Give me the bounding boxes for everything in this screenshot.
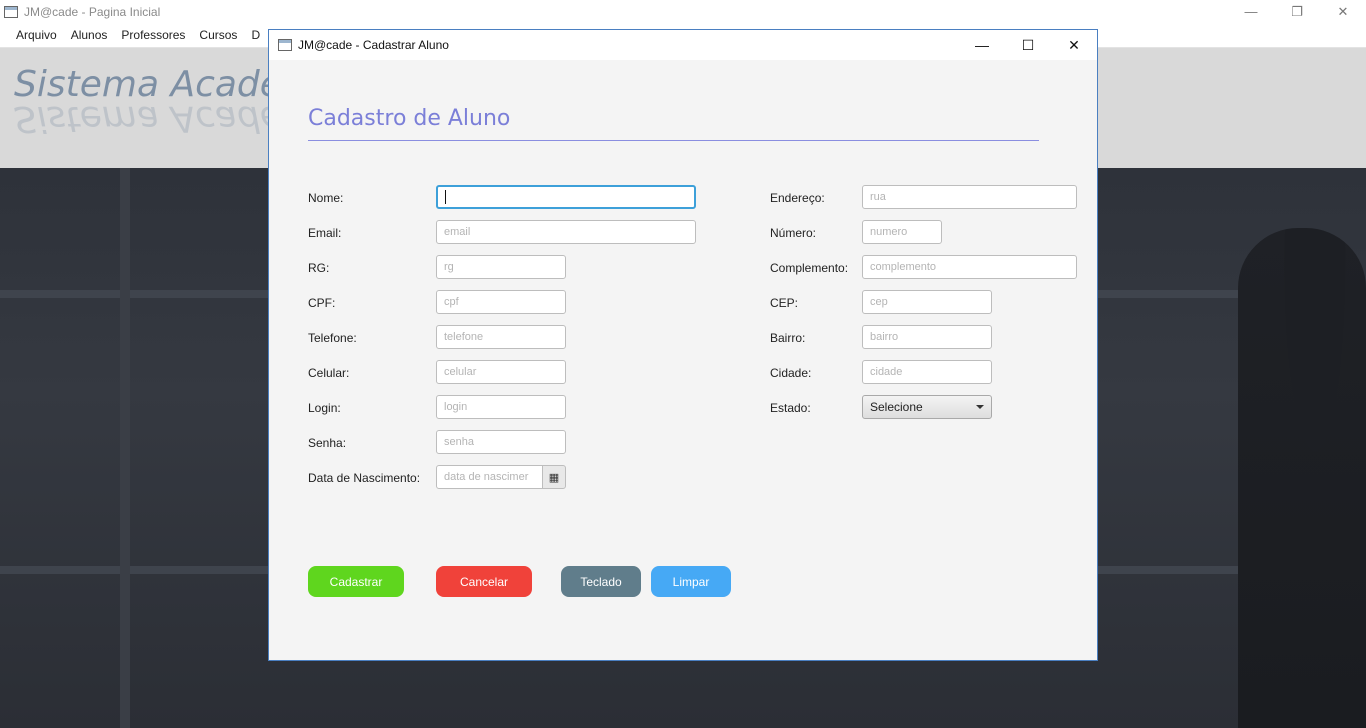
bairro-label: Bairro: (770, 331, 806, 345)
form-heading: Cadastro de Aluno (308, 106, 511, 131)
main-window-controls: — ❐ ✕ (1228, 0, 1366, 23)
cep-label: CEP: (770, 296, 799, 310)
close-icon[interactable]: ✕ (1320, 0, 1366, 23)
menu-partial[interactable]: D (244, 28, 267, 42)
senha-field[interactable]: senha (436, 430, 566, 454)
login-field[interactable]: login (436, 395, 566, 419)
maximize-icon[interactable]: ☐ (1005, 30, 1051, 60)
minimize-icon[interactable]: — (1228, 0, 1274, 23)
data-nascimento-field[interactable]: data de nascimer (436, 465, 543, 489)
data-nascimento-label: Data de Nascimento: (308, 471, 421, 485)
dialog-titlebar[interactable]: JM@cade - Cadastrar Aluno — ☐ ✕ (269, 30, 1097, 60)
login-label: Login: (308, 401, 341, 415)
minimize-icon[interactable]: — (959, 30, 1005, 60)
close-icon[interactable]: ✕ (1051, 30, 1097, 60)
teclado-button[interactable]: Teclado (561, 566, 641, 597)
rg-label: RG: (308, 261, 330, 275)
heading-divider (308, 140, 1039, 141)
email-field[interactable]: email (436, 220, 696, 244)
calendar-icon[interactable]: ▦ (542, 465, 566, 489)
chevron-down-icon (976, 405, 984, 409)
background-pillar (120, 168, 130, 728)
cpf-field[interactable]: cpf (436, 290, 566, 314)
cidade-label: Cidade: (770, 366, 812, 380)
limpar-button[interactable]: Limpar (651, 566, 731, 597)
cpf-label: CPF: (308, 296, 336, 310)
cadastrar-button[interactable]: Cadastrar (308, 566, 404, 597)
nome-label: Nome: (308, 191, 344, 205)
email-label: Email: (308, 226, 342, 240)
main-window-title: JM@cade - Pagina Inicial (24, 4, 161, 19)
text-caret (445, 190, 446, 204)
complemento-field[interactable]: complemento (862, 255, 1077, 279)
celular-field[interactable]: celular (436, 360, 566, 384)
estado-select[interactable]: Selecione (862, 395, 992, 419)
numero-label: Número: (770, 226, 817, 240)
cidade-field[interactable]: cidade (862, 360, 992, 384)
app-window-icon (4, 5, 18, 18)
menu-cursos[interactable]: Cursos (192, 28, 244, 42)
menu-alunos[interactable]: Alunos (64, 28, 115, 42)
dialog-title: JM@cade - Cadastrar Aluno (298, 38, 449, 52)
endereco-field[interactable]: rua (862, 185, 1077, 209)
estado-selected-value: Selecione (870, 400, 923, 414)
dialog-window-controls: — ☐ ✕ (959, 30, 1097, 60)
estado-label: Estado: (770, 401, 811, 415)
cep-field[interactable]: cep (862, 290, 992, 314)
main-titlebar: JM@cade - Pagina Inicial — ❐ ✕ (0, 0, 1366, 23)
menu-professores[interactable]: Professores (114, 28, 192, 42)
bairro-field[interactable]: bairro (862, 325, 992, 349)
app-window-icon (278, 39, 292, 51)
cancelar-button[interactable]: Cancelar (436, 566, 532, 597)
cadastrar-aluno-dialog: JM@cade - Cadastrar Aluno — ☐ ✕ Cadastro… (268, 29, 1098, 661)
telefone-field[interactable]: telefone (436, 325, 566, 349)
celular-label: Celular: (308, 366, 350, 380)
telefone-label: Telefone: (308, 331, 357, 345)
complemento-label: Complemento: (770, 261, 849, 275)
menu-arquivo[interactable]: Arquivo (9, 28, 64, 42)
rg-field[interactable]: rg (436, 255, 566, 279)
numero-field[interactable]: numero (862, 220, 942, 244)
nome-field[interactable] (436, 185, 696, 209)
background-figure (1238, 228, 1366, 728)
endereco-label: Endereço: (770, 191, 825, 205)
restore-icon[interactable]: ❐ (1274, 0, 1320, 23)
senha-label: Senha: (308, 436, 347, 450)
